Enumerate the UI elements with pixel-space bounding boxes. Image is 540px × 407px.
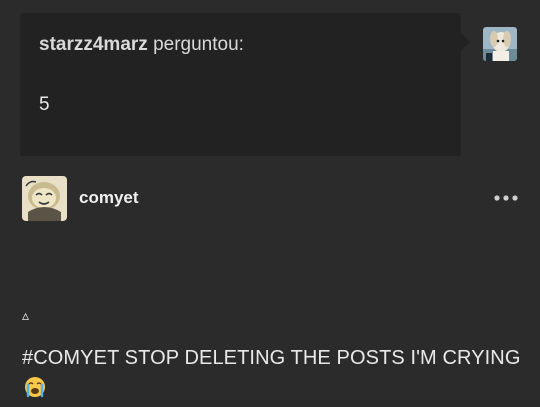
ask-header: starzz4marz perguntou: xyxy=(39,34,244,56)
poster-avatar[interactable] xyxy=(22,176,67,221)
post-text: #COMYET STOP DELETING THE POSTS I'M CRYI… xyxy=(22,347,521,369)
ask-bubble: starzz4marz perguntou: 5 xyxy=(20,13,470,156)
ask-verb: perguntou: xyxy=(153,34,244,55)
asker-username[interactable]: starzz4marz xyxy=(39,34,148,55)
ask-bubble-pointer xyxy=(461,33,470,51)
asker-avatar[interactable] xyxy=(483,27,517,61)
post-body: #COMYET STOP DELETING THE POSTS I'M CRYI… xyxy=(22,343,522,403)
triangle-glyph: ▵ xyxy=(22,307,30,323)
poster-username[interactable]: comyet xyxy=(79,188,139,208)
ask-question: 5 xyxy=(39,94,50,115)
poster-avatar-image xyxy=(22,176,67,221)
more-options-button[interactable] xyxy=(493,190,519,206)
more-dots-icon xyxy=(494,195,518,201)
asker-avatar-image xyxy=(483,27,517,61)
loudly-crying-face-icon xyxy=(24,376,46,398)
